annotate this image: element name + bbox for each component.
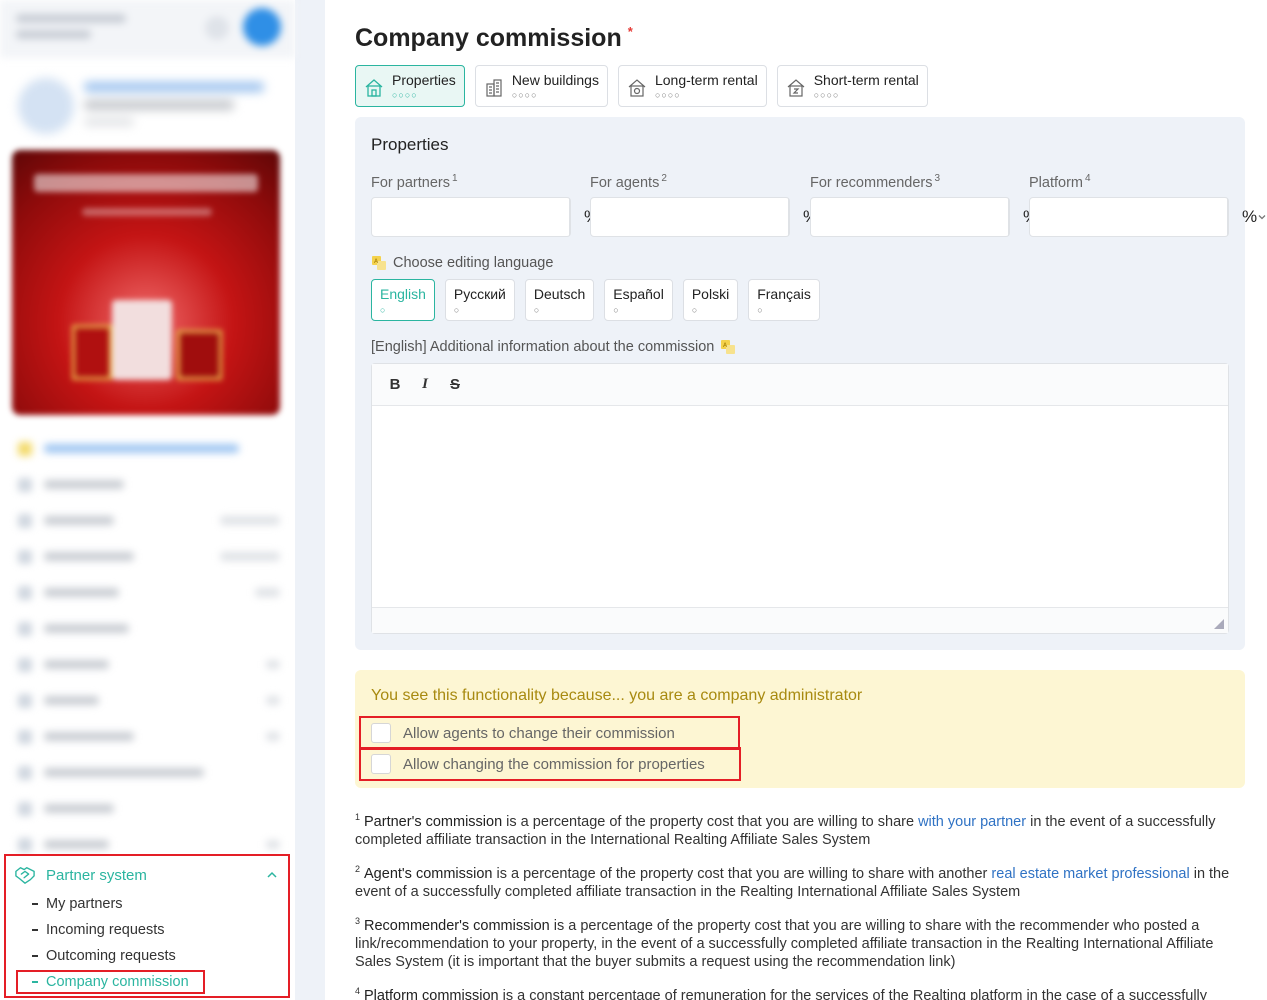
property-type-tabs: Properties ○○○○ New buildings ○○○○ Long-te… (355, 65, 928, 107)
strikethrough-button[interactable]: S (448, 376, 462, 393)
agents-commission-input[interactable] (591, 198, 789, 236)
handshake-icon (15, 867, 35, 884)
tab-long-term-rental[interactable]: Long-term rental ○○○○ (617, 65, 767, 107)
partner-system-toggle[interactable]: Partner system (14, 864, 280, 886)
platform-commission-input[interactable] (1030, 198, 1228, 236)
promo-banner-blurred[interactable] (12, 150, 280, 415)
lang-tab-english[interactable]: English ○ (371, 279, 435, 321)
commission-panel: Properties For partners 1 For agents 2 For… (355, 117, 1266, 650)
checkbox[interactable] (371, 754, 391, 774)
partners-commission-group: % (371, 197, 608, 237)
rich-text-editor: B I S (371, 363, 1229, 634)
platform-unit-select[interactable]: % (1228, 198, 1267, 236)
italic-button[interactable]: I (418, 376, 432, 393)
sidebar-item-incoming-requests[interactable]: Incoming requests (32, 922, 164, 938)
panel-title: Properties (371, 135, 449, 154)
link-with-your-partner[interactable]: with your partner (918, 814, 1026, 830)
avatar[interactable] (243, 8, 281, 46)
main-content: Company commission * Properties ○○○○ New b… (325, 0, 1267, 1000)
tab-properties[interactable]: Properties ○○○○ (355, 65, 465, 107)
allow-agents-change-commission[interactable]: Allow agents to change their commission (359, 716, 740, 750)
house-key-icon (628, 79, 646, 97)
tab-new-buildings[interactable]: New buildings ○○○○ (474, 65, 608, 107)
footnotes: 1 Partner's commission is a percentage of… (355, 808, 1250, 1000)
lang-tab-polish[interactable]: Polski ○ (682, 279, 739, 321)
recommenders-commission-input[interactable] (811, 198, 1009, 236)
admin-notice: You see this functionality because... yo… (355, 670, 1245, 788)
language-label: A Choose editing language (371, 255, 553, 271)
language-tabs: English ○ Русский ○ Deutsch ○ Español ○ Pols… (371, 279, 820, 321)
resize-handle-icon[interactable] (1214, 619, 1224, 629)
sidebar-header-blurred (0, 0, 295, 58)
agents-commission-group: % (590, 197, 827, 237)
sidebar-item-my-partners[interactable]: My partners (32, 896, 123, 912)
footnote-1: 1 Partner's commission is a percentage of… (355, 812, 1216, 849)
lang-tab-spanish[interactable]: Español ○ (604, 279, 673, 321)
building-icon (486, 79, 502, 97)
footnote-2: 2 Agent's commission is a percentage of t… (355, 863, 1230, 901)
recommenders-commission-group: % (810, 197, 1047, 237)
lang-tab-french[interactable]: Français ○ (748, 279, 820, 321)
editor-text-area[interactable] (372, 406, 1228, 606)
sidebar-item-outcoming-requests[interactable]: Outcoming requests (32, 948, 176, 964)
user-card-blurred (12, 72, 287, 142)
allow-changing-commission-properties[interactable]: Allow changing the commission for proper… (359, 747, 741, 781)
translate-icon: A (721, 340, 736, 354)
lang-tab-russian[interactable]: Русский ○ (444, 279, 515, 321)
checkbox[interactable] (371, 723, 391, 743)
house-clock-icon (787, 79, 805, 97)
editor-toolbar: B I S (372, 364, 1228, 406)
tab-short-term-rental[interactable]: Short-term rental ○○○○ (776, 65, 928, 107)
label-for-partners: For partners 1 (371, 173, 458, 191)
platform-commission-group: % (1029, 197, 1266, 237)
partner-system-section: Partner system My partners Incoming requ… (4, 854, 290, 998)
admin-notice-title: You see this functionality because... yo… (371, 687, 863, 704)
link-real-estate-professional[interactable]: real estate market professional (991, 866, 1189, 882)
footnote-4: 4 Platform commission is a constant perce… (355, 985, 1208, 1000)
label-for-agents: For agents 2 (590, 173, 667, 191)
label-for-recommenders: For recommenders 3 (810, 173, 941, 191)
additional-info-label: [English] Additional information about t… (371, 339, 736, 355)
translate-icon: A (372, 256, 386, 270)
bold-button[interactable]: B (388, 376, 402, 393)
partner-system-title: Partner system (46, 866, 147, 884)
chevron-down-icon (1258, 215, 1266, 220)
highlight-company-commission (16, 970, 205, 994)
page-title: Company commission * (355, 24, 633, 52)
sidebar-menu-blurred (12, 430, 290, 862)
sidebar: Partner system My partners Incoming requ… (0, 0, 295, 1000)
chevron-up-icon[interactable] (264, 867, 280, 883)
editor-statusbar (372, 607, 1228, 633)
house-icon (365, 79, 383, 97)
lang-tab-german[interactable]: Deutsch ○ (524, 279, 595, 321)
label-platform: Platform 4 (1029, 173, 1091, 191)
required-mark: * (627, 24, 633, 39)
partners-commission-input[interactable] (372, 198, 570, 236)
footnote-3: 3 Recommender's commission is a percentag… (355, 915, 1214, 971)
